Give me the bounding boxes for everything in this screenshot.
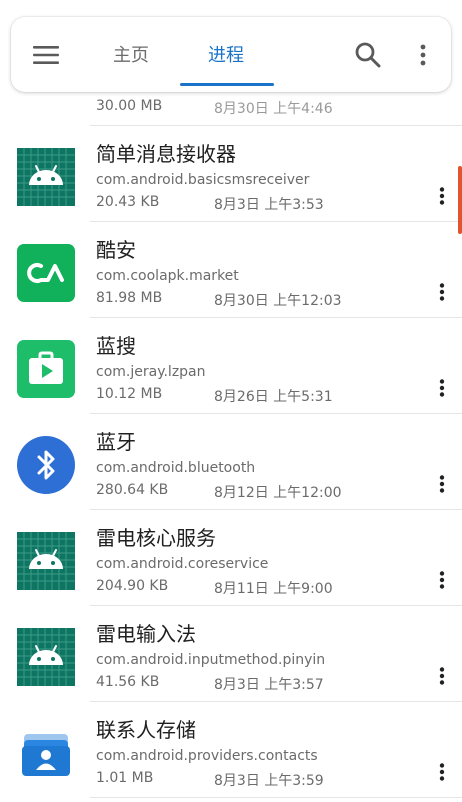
tab-process[interactable]: 进程 [208,41,244,67]
process-name: 联系人存储 [96,718,196,742]
lansou-icon [17,340,75,398]
menu-icon[interactable] [31,40,61,70]
search-icon[interactable] [354,41,382,69]
process-size: 30.00 MB [96,98,163,114]
process-date: 8月26日 上午5:31 [214,389,333,405]
process-size: 20.43 KB [96,194,160,210]
more-vert-icon[interactable] [430,280,454,304]
list-item[interactable]: 联系人存储 com.android.providers.contacts 1.0… [0,702,462,798]
process-package: com.coolapk.market [96,268,239,284]
list-item[interactable]: 蓝牙 com.android.bluetooth 280.64 KB 8月12日… [0,414,462,510]
process-package: com.jeray.lzpan [96,364,206,380]
process-package: com.android.coreservice [96,556,269,572]
tab-indicator [180,83,274,86]
android-icon [17,532,75,590]
process-name: 雷电输入法 [96,622,196,646]
more-vert-icon[interactable] [430,472,454,496]
list-item[interactable]: 雷电输入法 com.android.inputmethod.pinyin 41.… [0,606,462,702]
android-icon [17,148,75,206]
process-package: com.android.bluetooth [96,460,256,476]
row-divider [90,797,462,798]
coolapk-icon [17,244,75,302]
more-vert-icon[interactable] [430,568,454,592]
process-date: 8月3日 上午3:59 [214,773,324,789]
process-size: 81.98 MB [96,290,163,306]
list-item[interactable]: 蓝搜 com.jeray.lzpan 10.12 MB 8月26日 上午5:31 [0,318,462,414]
list-item[interactable]: 简单消息接收器 com.android.basicsmsreceiver 20.… [0,126,462,222]
more-vert-icon[interactable] [430,760,454,784]
process-list[interactable]: 30.00 MB 8月30日 上午4:46 简单消息接收器 com.androi… [0,0,462,802]
process-date: 8月12日 上午12:00 [214,485,342,501]
process-date: 8月30日 上午4:46 [214,101,333,117]
more-vert-icon[interactable] [430,664,454,688]
scrollbar-thumb[interactable] [458,166,462,234]
process-date: 8月3日 上午3:53 [214,197,324,213]
process-name: 蓝搜 [96,334,136,358]
list-item[interactable]: 酷安 com.coolapk.market 81.98 MB 8月30日 上午1… [0,222,462,318]
process-date: 8月30日 上午12:03 [214,293,342,309]
process-package: com.android.providers.contacts [96,748,318,764]
more-vert-icon[interactable] [413,41,433,69]
process-name: 蓝牙 [96,430,136,454]
process-size: 10.12 MB [96,386,163,402]
process-name: 酷安 [96,238,136,262]
more-vert-icon[interactable] [430,376,454,400]
process-package: com.android.inputmethod.pinyin [96,652,326,668]
process-date: 8月11日 上午9:00 [214,581,333,597]
process-size: 41.56 KB [96,674,160,690]
process-size: 280.64 KB [96,482,169,498]
process-name: 雷电核心服务 [96,526,216,550]
tab-home[interactable]: 主页 [113,41,149,67]
process-name: 简单消息接收器 [96,142,236,166]
process-size: 204.90 KB [96,578,169,594]
list-item[interactable]: 雷电核心服务 com.android.coreservice 204.90 KB… [0,510,462,606]
android-icon [17,628,75,686]
process-date: 8月3日 上午3:57 [214,677,324,693]
bluetooth-icon [17,436,75,494]
process-package: com.android.basicsmsreceiver [96,172,310,188]
process-size: 1.01 MB [96,770,154,786]
top-app-bar: 主页 进程 [11,17,451,92]
more-vert-icon[interactable] [430,184,454,208]
contacts-storage-icon [17,724,75,782]
